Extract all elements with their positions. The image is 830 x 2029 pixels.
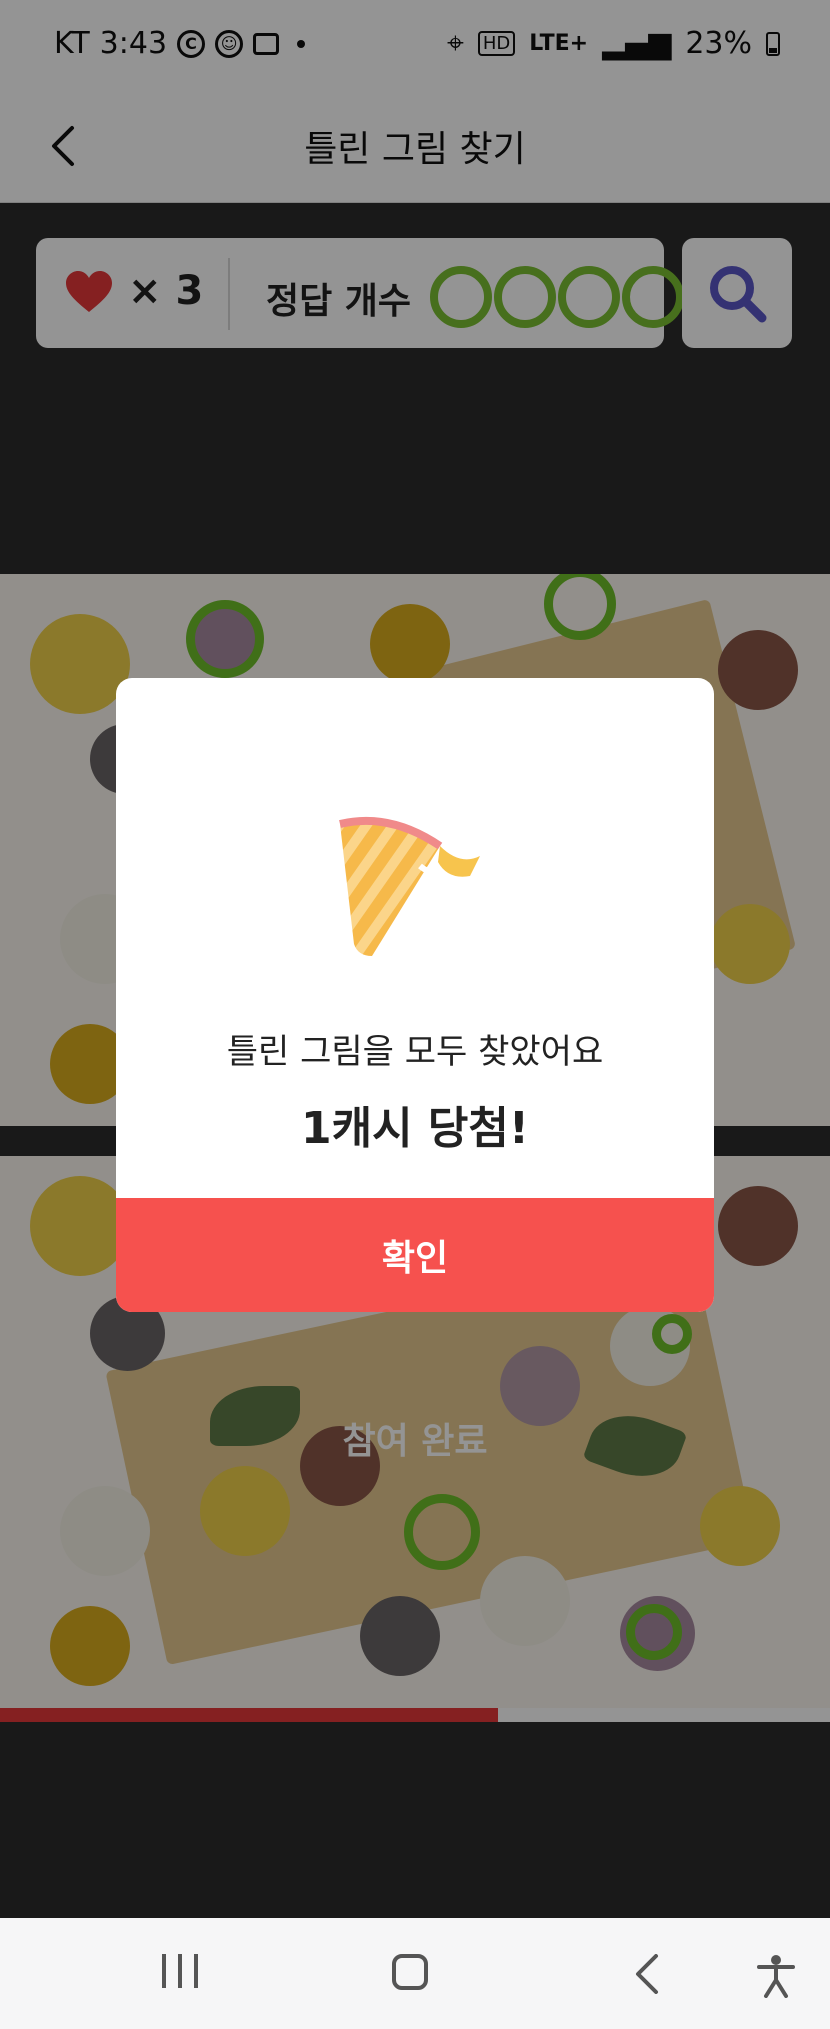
home-button[interactable] xyxy=(392,1954,428,1990)
system-back-button[interactable] xyxy=(628,1954,668,1998)
system-nav-bar xyxy=(0,1918,830,2029)
confirm-button[interactable]: 확인 xyxy=(116,1198,714,1312)
recent-apps-icon xyxy=(162,1954,166,1988)
result-message: 틀린 그림을 모두 찾았어요 xyxy=(226,1032,604,1072)
back-icon xyxy=(636,1954,658,1994)
accessibility-icon xyxy=(757,1955,795,1998)
accessibility-button[interactable] xyxy=(756,1954,796,2002)
prize-text: 1캐시 당첨! xyxy=(301,1103,529,1154)
party-popper-icon xyxy=(339,816,480,956)
recent-apps-button[interactable] xyxy=(162,1954,198,1988)
result-modal: 틀린 그림을 모두 찾았어요 1캐시 당첨! 확인 xyxy=(116,678,714,1312)
